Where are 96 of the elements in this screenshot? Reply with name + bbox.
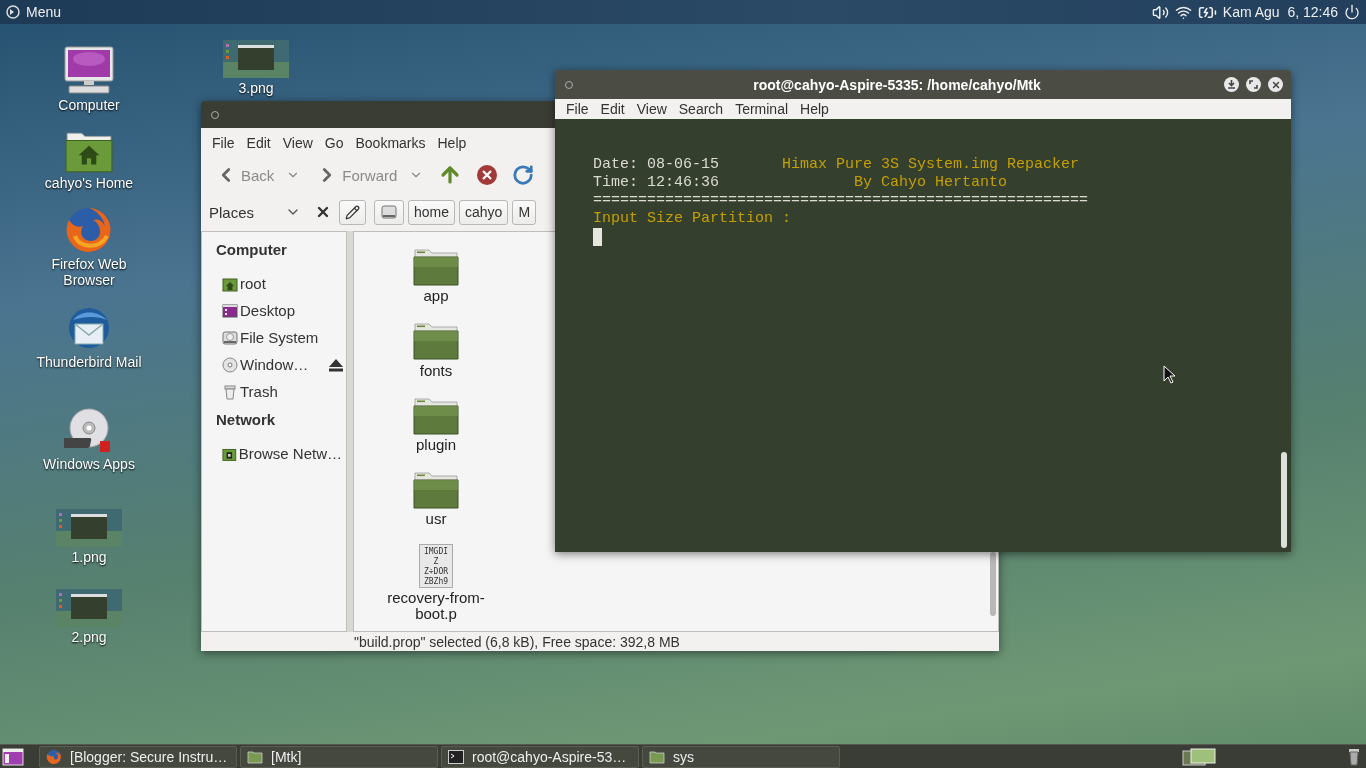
close-button[interactable] [1268, 77, 1283, 92]
terminal-icon [448, 749, 464, 764]
folder-item[interactable]: plugin [376, 394, 496, 470]
edit-path-button[interactable] [339, 199, 366, 225]
divider-text: ======================================================= [593, 192, 1089, 210]
hard-drive-icon [380, 204, 398, 220]
sidebar-item[interactable]: Window… [216, 351, 326, 378]
menu-logo-icon [6, 5, 20, 19]
taskbar-item[interactable]: [Mtk] [240, 745, 438, 768]
path-button[interactable]: home [408, 199, 456, 225]
eject-button[interactable] [326, 357, 346, 372]
menu-item[interactable]: Search [673, 101, 729, 117]
close-icon [1270, 79, 1281, 90]
close-icon [315, 204, 331, 220]
minimize-icon [1227, 80, 1236, 89]
desktop-icon [222, 302, 238, 319]
sidebar-item[interactable]: Browse Netw… [216, 440, 342, 467]
folder-icon [649, 749, 665, 764]
places-dropdown[interactable]: Places [207, 203, 303, 221]
menu-item[interactable]: File [561, 101, 594, 117]
menu-window-icon [2, 747, 24, 766]
menu-item[interactable]: Edit [595, 101, 630, 117]
trash-icon [222, 383, 238, 400]
menu-item[interactable]: File [207, 134, 240, 151]
disc-icon [222, 356, 238, 373]
pencil-icon [345, 204, 360, 220]
desktop-icon-label[interactable]: Firefox Web Browser [29, 256, 149, 288]
sidebar-item[interactable]: root [216, 270, 342, 297]
menu-item[interactable]: Help [432, 134, 472, 151]
start-menu-button[interactable] [0, 745, 26, 768]
screenshot-thumbnail-icon [56, 589, 122, 627]
desktop-icon-label[interactable]: 2.png [71, 629, 107, 645]
sidebar-heading: Computer [216, 240, 288, 260]
folder-item[interactable]: fonts [376, 320, 496, 395]
clock[interactable]: Kam Agu 6, 12:46 [1222, 4, 1338, 20]
power-icon[interactable] [1344, 4, 1360, 20]
computer-icon [64, 45, 114, 95]
menu-button[interactable]: Menu [6, 4, 62, 20]
firefox-icon [65, 206, 113, 254]
author-text: By Cahyo Hertanto [853, 174, 1009, 192]
maximize-button[interactable] [1246, 77, 1261, 92]
maximize-icon [1249, 80, 1258, 89]
scrollbar-thumb[interactable] [1281, 452, 1287, 548]
text-file-icon: IMGDI Z Z÷DOR ZBZh9 [419, 543, 453, 588]
home-folder-icon [222, 275, 238, 292]
sidebar-item[interactable]: Trash [216, 378, 342, 405]
sidebar-item[interactable]: Desktop [216, 297, 342, 324]
prompt-text: Input Size Partition : [593, 210, 792, 228]
date-text: Date: 08-06-15 [593, 156, 721, 174]
document-item[interactable]: IMGDI Z Z÷DOR ZBZh9 recovery-from-boot.p [376, 543, 496, 631]
folder-icon [413, 469, 459, 510]
taskbar-item[interactable]: [Blogger: Secure Instru… [39, 745, 237, 768]
window-title: root@cahyo-Aspire-5335: /home/cahyo/Mtk [752, 76, 1042, 93]
sidebar-item[interactable]: File System [216, 324, 342, 351]
workspaces-icon [1182, 747, 1216, 766]
screenshot-thumbnail-icon [56, 509, 122, 547]
drive-path-button[interactable] [374, 199, 404, 225]
menu-item[interactable]: View [631, 101, 672, 117]
path-button[interactable]: M [512, 199, 537, 225]
menu-item[interactable]: Go [319, 134, 349, 151]
path-button[interactable]: cahyo [459, 199, 509, 225]
firefox-icon [46, 748, 62, 765]
folder-item[interactable]: app [376, 246, 496, 321]
menu-item[interactable]: Edit [241, 134, 276, 151]
trash-icon [1348, 747, 1360, 766]
scrollbar-thumb[interactable] [990, 552, 996, 616]
folder-icon [413, 320, 459, 361]
menu-item[interactable]: Terminal [730, 101, 794, 117]
desktop-icon-label[interactable]: cahyo's Home [44, 175, 134, 191]
sidebar-heading: Network [216, 410, 277, 430]
folder-icon [413, 246, 459, 286]
menu-item[interactable]: Help [795, 101, 834, 117]
folder-item[interactable]: usr [376, 469, 496, 544]
taskbar-item[interactable]: root@cahyo-Aspire-53… [441, 745, 639, 768]
menu-item[interactable]: Bookmarks [350, 134, 431, 151]
screenshot-thumbnail-icon [223, 40, 289, 78]
status-text: "build.prop" selected (6,8 kB), Free space: 392,8 MB [354, 633, 680, 650]
desktop-icon-label[interactable]: 3.png [238, 80, 274, 96]
desktop-icon-label[interactable]: Computer [58, 97, 120, 113]
eject-icon [328, 357, 344, 372]
hard-drive-icon [222, 329, 238, 346]
reload-icon [512, 164, 535, 186]
taskbar-item[interactable]: sys [642, 745, 840, 768]
desktop-icon-label[interactable]: Thunderbird Mail [36, 354, 142, 370]
desktop-icon-label[interactable]: Windows Apps [43, 456, 135, 472]
folder-icon [247, 749, 263, 764]
program-title: Himax Pure 3S System.img Repacker [782, 156, 1080, 174]
time-text: Time: 12:46:36 [593, 174, 721, 192]
home-folder-icon [65, 131, 113, 173]
mouse-pointer-icon [1163, 365, 1175, 384]
menu-item[interactable]: View [277, 134, 318, 151]
desktop-icon-label[interactable]: 1.png [71, 549, 107, 565]
minimize-button[interactable] [1224, 77, 1239, 92]
stop-icon [476, 164, 499, 186]
text-cursor [593, 228, 602, 246]
volume-icon[interactable] [1151, 3, 1169, 21]
